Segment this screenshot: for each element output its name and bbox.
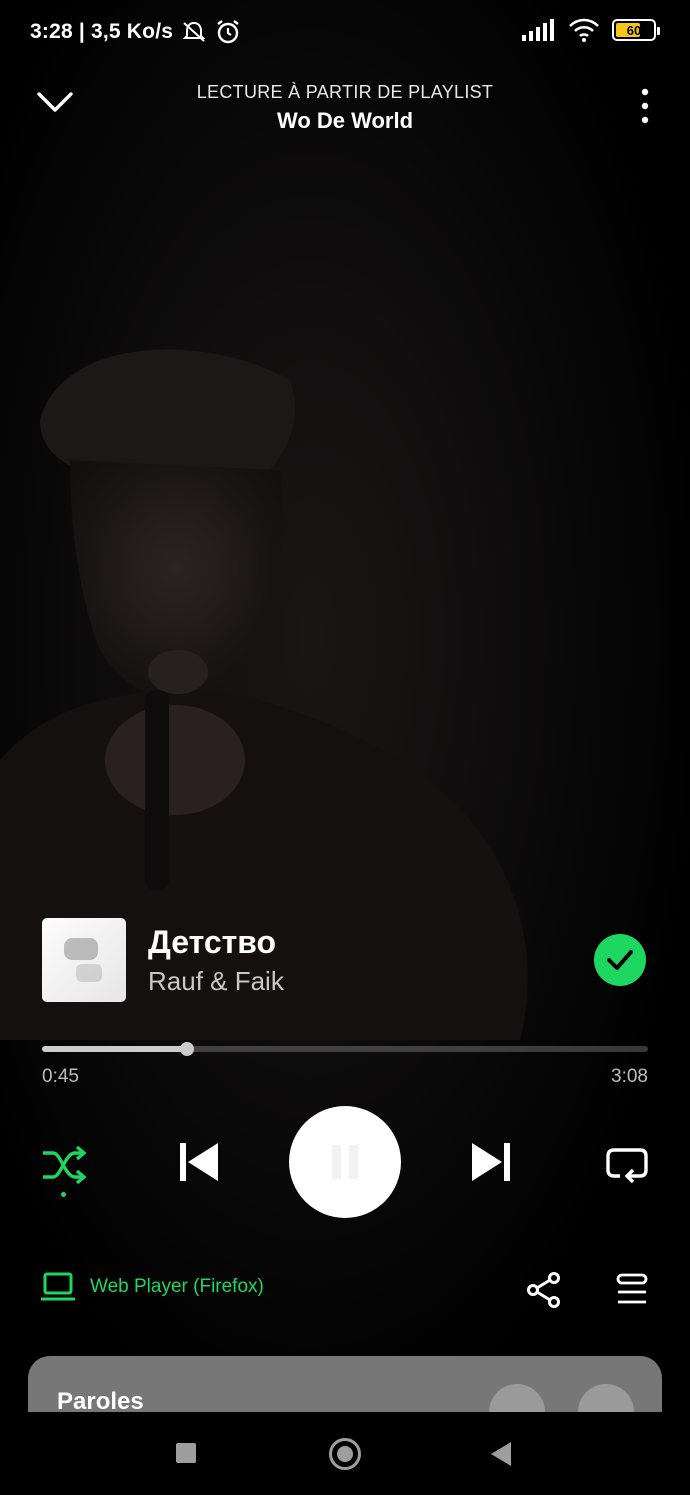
- device-label: Web Player (Firefox): [90, 1276, 264, 1297]
- wifi-icon: [569, 18, 599, 42]
- connect-device-button[interactable]: Web Player (Firefox): [40, 1272, 264, 1302]
- system-nav-bar: [0, 1412, 690, 1495]
- check-icon: [607, 950, 633, 970]
- repeat-button[interactable]: [604, 1142, 650, 1188]
- bell-muted-icon: [182, 21, 206, 42]
- more-vertical-icon[interactable]: [640, 88, 650, 124]
- recents-icon[interactable]: [176, 1443, 196, 1463]
- pause-icon: [332, 1145, 358, 1179]
- elapsed-time: 0:45: [42, 1066, 79, 1087]
- status-right: 60: [522, 18, 660, 42]
- skip-back-icon: [180, 1143, 218, 1181]
- playlist-name[interactable]: Wo De World: [0, 108, 690, 134]
- lyrics-expand-button[interactable]: [578, 1384, 634, 1412]
- play-pause-button[interactable]: [289, 1106, 401, 1218]
- back-icon[interactable]: [491, 1442, 511, 1466]
- playing-from-context: LECTURE À PARTIR DE PLAYLIST: [196, 82, 494, 102]
- track-artist[interactable]: Rauf & Faik: [148, 966, 284, 997]
- share-icon[interactable]: [526, 1272, 562, 1308]
- shuffle-active-dot: [61, 1192, 66, 1197]
- queue-icon[interactable]: [614, 1272, 650, 1308]
- lyrics-label: Paroles: [57, 1388, 144, 1412]
- cover-art-detail: [64, 938, 98, 960]
- battery-icon: 60: [612, 19, 660, 41]
- progress-bar[interactable]: [42, 1042, 648, 1056]
- track-title[interactable]: Детство: [148, 924, 276, 961]
- status-time-speed: 3:28 | 3,5 Ko/s: [30, 20, 174, 43]
- previous-button[interactable]: [176, 1139, 222, 1185]
- status-bar: 3:28 | 3,5 Ko/s 60: [0, 0, 690, 64]
- player-header: LECTURE À PARTIR DE PLAYLIST Wo De World: [0, 70, 690, 150]
- signal-icon: [522, 19, 554, 41]
- battery-level: 60: [626, 22, 642, 38]
- cover-art-detail: [76, 964, 102, 982]
- shuffle-icon: [43, 1145, 87, 1185]
- total-time: 3:08: [611, 1066, 648, 1087]
- lyrics-card[interactable]: Paroles: [28, 1356, 662, 1412]
- lyrics-share-button[interactable]: [489, 1384, 545, 1412]
- laptop-icon: [41, 1272, 75, 1301]
- album-cover[interactable]: [42, 918, 126, 1002]
- home-icon[interactable]: [329, 1438, 361, 1470]
- playback-controls: [0, 1105, 690, 1220]
- status-left: 3:28 | 3,5 Ko/s: [30, 19, 241, 45]
- liked-button[interactable]: [594, 934, 646, 986]
- alarm-icon: [217, 20, 239, 44]
- next-button[interactable]: [468, 1139, 514, 1185]
- shuffle-button[interactable]: [40, 1141, 88, 1197]
- track-info: Детство Rauf & Faik: [42, 918, 648, 1002]
- skip-forward-icon: [472, 1143, 510, 1181]
- repeat-icon: [606, 1148, 648, 1184]
- progress-played: [42, 1046, 188, 1052]
